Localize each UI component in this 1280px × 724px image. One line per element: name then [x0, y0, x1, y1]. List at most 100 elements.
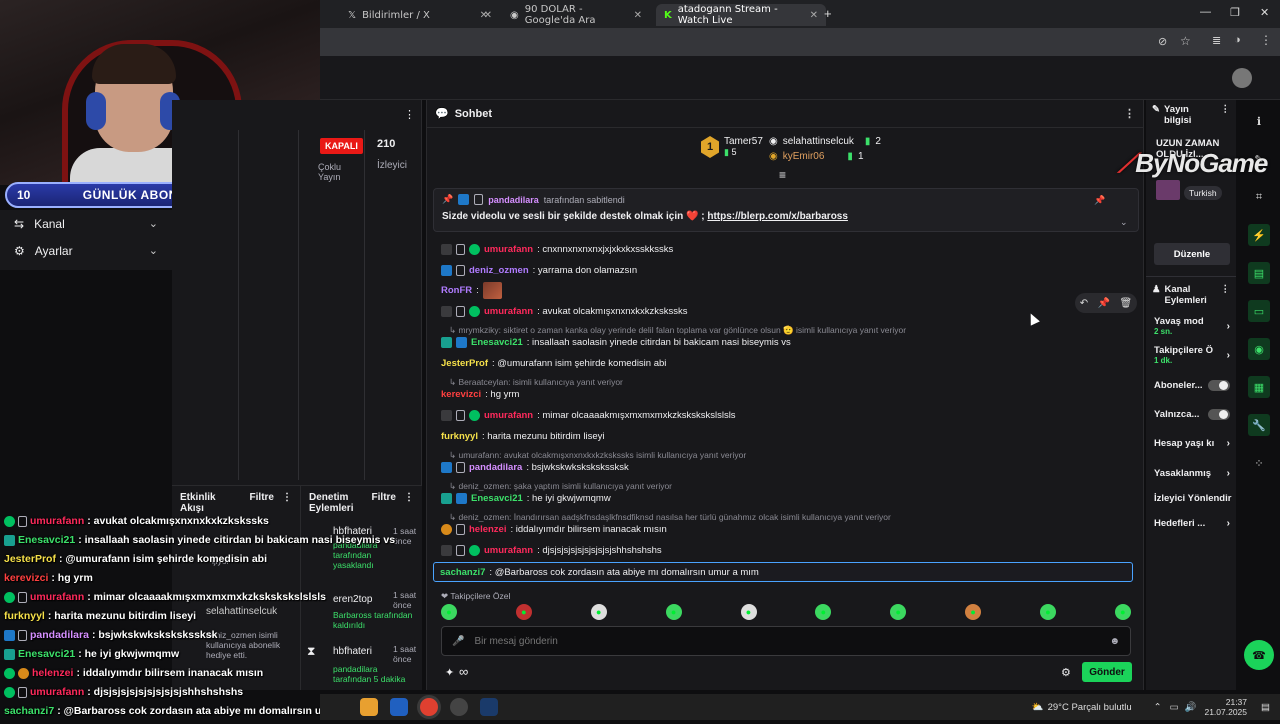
pinned-link[interactable]: https://blerp.com/x/barbaross	[707, 211, 848, 222]
action-followers-only[interactable]: Takipçilere Ö1 dk. ›	[1154, 345, 1230, 365]
action-account-age[interactable]: Hesap yaşı kı ›	[1154, 438, 1230, 449]
chat-message[interactable]: umurafann: mimar olcaaaakmışxmxmxmxkzksk…	[441, 410, 736, 421]
chat-message[interactable]: pandadilara: bsjwkskwkskskskssksk	[441, 462, 629, 473]
action-subscribers-only[interactable]: Aboneler...	[1154, 380, 1230, 391]
only-toggle[interactable]	[1208, 409, 1230, 420]
pin-icon[interactable]: 📌	[1098, 298, 1110, 309]
broadcast-icon[interactable]: ◉	[1248, 338, 1270, 360]
emote-icon[interactable]: ●	[1040, 604, 1056, 620]
wrench-icon[interactable]: 🔧	[1248, 414, 1270, 436]
chat-message[interactable]: umurafann: cnxnnxnxnxnxjxjxkxkxsskkssks	[441, 244, 673, 255]
restore-button[interactable]: ❐	[1230, 6, 1240, 19]
action-goals[interactable]: Hedefleri ... ›	[1154, 518, 1230, 529]
activity-filter-button[interactable]: Filtre	[250, 492, 274, 503]
panel-menu-icon[interactable]: ⋮	[1221, 284, 1231, 306]
category-thumbnail[interactable]	[1156, 180, 1180, 200]
tray-arrow-icon[interactable]: ⌃	[1154, 702, 1162, 713]
close-window-button[interactable]: ✕	[1260, 6, 1269, 19]
emote-icon[interactable]: ●	[441, 604, 457, 620]
close-icon[interactable]: ✕	[810, 10, 818, 21]
weather-widget[interactable]: ⛅ 29°C Parçalı bulutlu	[1032, 702, 1132, 713]
tab-x-notifications[interactable]: 𝕏 Bildirimler / X ✕	[340, 4, 500, 26]
send-button[interactable]: Gönder	[1082, 662, 1132, 682]
gear-icon[interactable]: ⚙	[1061, 666, 1071, 679]
chat-message[interactable]: JesterProf: @umurafann isim şehirde kome…	[441, 358, 666, 369]
emote-icon[interactable]: ●	[890, 604, 907, 620]
tab-kick-stream[interactable]: K atadogann Stream - Watch Live ✕	[656, 4, 826, 26]
chat-input[interactable]	[474, 635, 1100, 647]
support-icon[interactable]: ☎	[1244, 640, 1274, 670]
chat-message[interactable]: Enesavci21: insallaah saolasin yinede ci…	[441, 337, 791, 348]
emote-icon[interactable]: ●	[815, 604, 832, 620]
emote-icon[interactable]: ●	[590, 604, 607, 620]
edit-button[interactable]: Düzenle	[1154, 243, 1230, 265]
lightning-icon[interactable]: ⚡	[1248, 224, 1270, 246]
crop-icon[interactable]: ⌗	[1248, 186, 1270, 208]
chat-message[interactable]: deniz_ozmen: yarrama don olamazsın	[441, 265, 637, 276]
star-icon[interactable]: ☆	[1180, 34, 1191, 48]
new-tab-button[interactable]: +	[824, 6, 832, 21]
dots-icon[interactable]: ⁘	[1248, 452, 1270, 474]
chrome-icon[interactable]	[420, 698, 438, 716]
unpin-icon[interactable]: 📌	[1094, 195, 1105, 206]
emote-icon[interactable]: ●	[1114, 604, 1131, 620]
chat-menu-icon[interactable]: ⋮	[1124, 107, 1135, 120]
emote-icon[interactable]: ●	[965, 604, 982, 620]
pinned-by-user[interactable]: pandadilara	[488, 195, 539, 205]
layout-icon[interactable]: ▦	[1248, 376, 1270, 398]
menu-item-kanal[interactable]: ⇆ Kanal ⌄	[0, 210, 172, 237]
panel-menu-icon[interactable]: ⋮	[282, 492, 292, 503]
outlook-icon[interactable]	[390, 698, 408, 716]
microphone-icon[interactable]: 🎤	[452, 636, 464, 647]
panel-menu-icon[interactable]: ⋮	[404, 492, 414, 503]
panel-menu-icon[interactable]: ⋮	[404, 108, 415, 121]
emote-icon[interactable]: ●	[740, 604, 757, 620]
expand-leaderboard-icon[interactable]: ≡	[779, 168, 786, 182]
file-explorer-icon[interactable]	[360, 698, 378, 716]
language-tag[interactable]: Turkish	[1184, 186, 1222, 200]
menu-dots-icon[interactable]: ⋮	[1260, 33, 1272, 47]
chat-message[interactable]: RonFR:	[441, 282, 502, 299]
sparkle-icon[interactable]: ✦	[445, 666, 454, 679]
profile-icon[interactable]: ◑	[1234, 34, 1241, 46]
chat-message[interactable]: kerevizci: hg yrm	[441, 389, 519, 400]
subscribers-toggle[interactable]	[1208, 380, 1230, 391]
chat-message[interactable]: umurafann: djsjsjsjsjsjsjsjsjsjshhshshsh…	[441, 545, 662, 556]
chat-input-box[interactable]: 🎤 ☻	[441, 626, 1131, 656]
emote-icon[interactable]: ●	[665, 604, 682, 620]
network-icon[interactable]: ▭	[1170, 702, 1179, 713]
obs-icon[interactable]	[450, 698, 468, 716]
volume-icon[interactable]: 🔊	[1185, 702, 1197, 713]
close-icon[interactable]: ✕	[484, 10, 492, 21]
mod-filter-button[interactable]: Filtre	[372, 492, 396, 503]
close-icon[interactable]: ✕	[634, 10, 642, 21]
chat-icon[interactable]: ▭	[1248, 300, 1270, 322]
minimize-button[interactable]: —	[1200, 6, 1211, 18]
action-only[interactable]: Yalnızca...	[1154, 409, 1230, 420]
address-bar[interactable]: ⊘ ☆ ≣ ◑ ⋮	[320, 28, 1280, 56]
chat-message[interactable]: Enesavci21: he iyi gkwjwmqmw	[441, 493, 611, 504]
action-viewer-redirect[interactable]: İzleyici Yönlendir	[1154, 493, 1231, 504]
trash-icon[interactable]: 🗑	[1120, 298, 1133, 309]
action-banned[interactable]: Yasaklanmış ›	[1154, 468, 1230, 479]
chat-message[interactable]: helenzei: iddalıyımdır bilirsem inanacak…	[441, 524, 667, 535]
action-slow-mode[interactable]: Yavaş mod 2 sn. ›	[1154, 316, 1230, 336]
emote-icon[interactable]: ●	[515, 604, 532, 620]
avatar[interactable]	[1232, 68, 1252, 88]
menu-item-ayarlar[interactable]: ⚙ Ayarlar ⌄	[0, 237, 172, 264]
notification-icon[interactable]: ▤	[1261, 702, 1270, 713]
highlighted-message[interactable]: sachanzi7: @Barbaross cok zordasın ata a…	[433, 562, 1133, 582]
chat-message[interactable]: furknyyl: harita mezunu bitirdim liseyi	[441, 431, 604, 442]
emoji-icon[interactable]: ☻	[1109, 636, 1120, 647]
infinity-icon[interactable]: ∞	[459, 664, 468, 679]
clock[interactable]: 21:37 21.07.2025	[1204, 697, 1247, 717]
tab-google-search[interactable]: ◉ 90 DOLAR - Google'da Ara ✕	[502, 4, 650, 26]
eye-off-icon[interactable]: ⊘	[1158, 35, 1167, 48]
chat-message[interactable]: umurafann: avukat olcakmışxnxnxkxkzkskss…	[441, 306, 688, 317]
chevron-down-icon[interactable]: ⌄	[1120, 217, 1128, 228]
steam-icon[interactable]	[480, 698, 498, 716]
reply-icon[interactable]: ↶	[1080, 298, 1088, 309]
document-icon[interactable]: ▤	[1248, 262, 1270, 284]
leaderboard-user[interactable]: selahattinselcuk	[783, 136, 854, 147]
info-icon[interactable]: ℹ	[1248, 110, 1270, 132]
